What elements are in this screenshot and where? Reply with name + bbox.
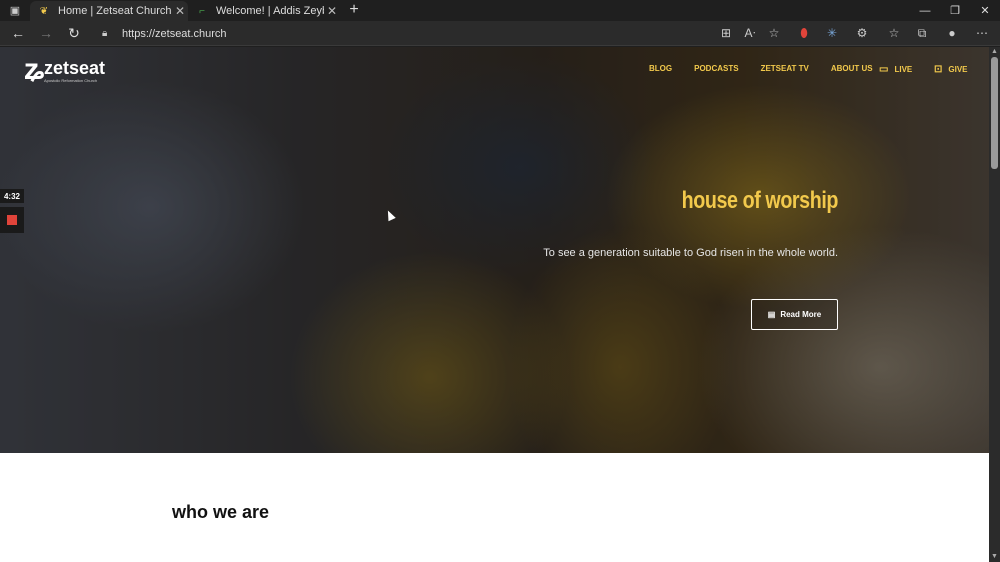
- tab-strip: ▣ ❦ Home | Zetseat Church ✕ ⌐ Welcome! |…: [0, 0, 1000, 21]
- close-tab-icon[interactable]: ✕: [172, 4, 188, 18]
- live-link[interactable]: ▭ LIVE: [879, 64, 912, 75]
- back-icon[interactable]: ←: [8, 24, 28, 42]
- logo-tagline: Apostolic Reformation Church: [44, 77, 98, 83]
- zetseat-favicon-icon: ❦: [39, 5, 49, 17]
- read-more-label: Read More: [780, 310, 822, 319]
- new-tab-button[interactable]: +: [344, 1, 364, 19]
- main-nav: BLOG PODCASTS ZETSEAT TV ABOUT US: [649, 64, 895, 73]
- minimize-button[interactable]: —: [910, 0, 940, 21]
- tab-title: Home | Zetseat Church: [58, 5, 172, 17]
- hero-banner: ʑ zetseat Apostolic Reformation Church B…: [0, 47, 989, 453]
- forward-icon[interactable]: →: [36, 24, 56, 42]
- more-menu-icon[interactable]: ⋯: [972, 24, 992, 42]
- lock-icon: 🔒︎: [102, 28, 108, 39]
- page-viewport: ʑ zetseat Apostolic Reformation Church B…: [0, 47, 989, 562]
- site-logo[interactable]: ʑ zetseat Apostolic Reformation Church: [24, 53, 105, 87]
- close-tab-icon[interactable]: ✕: [324, 4, 340, 18]
- favorite-add-icon[interactable]: ☆: [764, 24, 784, 42]
- nav-podcasts[interactable]: PODCASTS: [694, 64, 738, 73]
- give-label: GIVE: [948, 65, 968, 74]
- extension-record-icon[interactable]: ⬮: [794, 24, 814, 42]
- recording-timer: 4:32: [0, 189, 24, 203]
- scroll-down-icon[interactable]: ▼: [989, 552, 1000, 562]
- addis-zeybe-favicon-icon: ⌐: [199, 5, 205, 17]
- restore-button[interactable]: ❐: [940, 0, 970, 21]
- live-label: LIVE: [894, 65, 913, 74]
- hero-heading: house of worship: [681, 187, 839, 214]
- nav-blog[interactable]: BLOG: [649, 64, 672, 73]
- address-bar[interactable]: 🔒︎ https://zetseat.church: [94, 23, 794, 44]
- read-more-button[interactable]: ▤ Read More: [751, 299, 838, 330]
- section-title-who-we-are: who we are: [172, 502, 270, 522]
- gift-icon: ⊡: [934, 64, 943, 75]
- window-menu-icon[interactable]: ▣: [6, 2, 24, 18]
- page-scrollbar[interactable]: ▲ ▼: [989, 47, 1000, 562]
- tab-addis-zeybe[interactable]: ⌐ Welcome! | Addis Zeybe - Digital ✕: [188, 1, 340, 21]
- tab-title: Welcome! | Addis Zeybe - Digital: [216, 5, 324, 17]
- close-window-button[interactable]: ✕: [970, 0, 1000, 21]
- book-icon: ▤: [767, 310, 776, 319]
- hero-overlay: [0, 47, 989, 453]
- tab-zetseat[interactable]: ❦ Home | Zetseat Church ✕: [30, 1, 188, 21]
- profile-avatar-icon[interactable]: ●: [942, 24, 962, 42]
- stop-icon: [7, 215, 17, 225]
- scroll-thumb[interactable]: [991, 57, 998, 169]
- refresh-icon[interactable]: ↻: [64, 24, 84, 42]
- logo-name: zetseat: [44, 57, 106, 78]
- give-link[interactable]: ⊡ GIVE: [934, 64, 968, 75]
- app-available-icon[interactable]: ⊞: [716, 24, 736, 42]
- stop-recording-button[interactable]: [0, 207, 24, 233]
- zetseat-logo-icon: ʑ: [24, 53, 45, 86]
- nav-zetseat-tv[interactable]: ZETSEAT TV: [761, 64, 809, 73]
- collections-icon[interactable]: ⧉: [912, 24, 932, 42]
- address-url: https://zetseat.church: [122, 27, 227, 40]
- favorites-icon[interactable]: ☆: [884, 24, 904, 42]
- monitor-icon: ▭: [879, 64, 889, 75]
- nav-about-us[interactable]: ABOUT US: [831, 64, 873, 73]
- extensions-icon[interactable]: ⚙: [852, 24, 872, 42]
- hero-subtitle: To see a generation suitable to God rise…: [543, 247, 838, 259]
- scroll-up-icon[interactable]: ▲: [989, 47, 1000, 57]
- read-aloud-icon[interactable]: Aᐧ: [740, 24, 760, 42]
- extension-sparkle-icon[interactable]: ✳: [822, 24, 842, 42]
- browser-toolbar: ← → ↻ 🔒︎ https://zetseat.church ⊞ Aᐧ ☆ ⬮…: [0, 21, 1000, 46]
